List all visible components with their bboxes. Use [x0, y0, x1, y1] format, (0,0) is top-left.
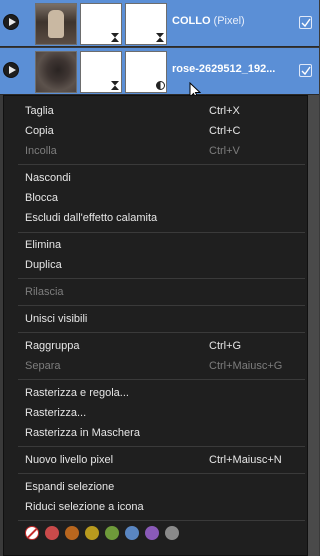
menu-item-riduci-selezione[interactable]: Riduci selezione a icona [4, 497, 307, 517]
layer-visibility-checkbox[interactable] [299, 16, 312, 29]
context-menu: Taglia Ctrl+X Copia Ctrl+C Incolla Ctrl+V N… [3, 95, 308, 556]
menu-item-label: Raggruppa [25, 340, 80, 352]
menu-item-escludi[interactable]: Escludi dall'effetto calamita [4, 208, 307, 228]
menu-item-unisci-visibili[interactable]: Unisci visibili [4, 309, 307, 329]
menu-item-rilascia: Rilascia [4, 282, 307, 302]
menu-separator [18, 164, 305, 165]
menu-item-label: Nascondi [25, 172, 71, 184]
adjustment-icon [156, 81, 165, 90]
menu-item-rasterizza-regola[interactable]: Rasterizza e regola... [4, 383, 307, 403]
menu-item-label: Riduci selezione a icona [25, 501, 144, 513]
menu-item-shortcut: Ctrl+G [209, 340, 242, 352]
menu-item-shortcut: Ctrl+Maiusc+N [209, 454, 282, 466]
menu-item-label: Escludi dall'effetto calamita [25, 212, 158, 224]
menu-separator [18, 278, 305, 279]
menu-item-label: Nuovo livello pixel [25, 454, 114, 466]
mask-thumbnail[interactable] [125, 51, 167, 93]
menu-item-label: Rasterizza in Maschera [25, 427, 140, 439]
menu-item-label: Unisci visibili [25, 313, 88, 325]
mask-thumbnail[interactable] [80, 51, 122, 93]
menu-item-shortcut: Ctrl+X [209, 105, 240, 117]
hourglass-icon [111, 81, 119, 90]
menu-item-label: Elimina [25, 239, 62, 251]
menu-item-shortcut: Ctrl+V [209, 145, 240, 157]
layer-row-rose[interactable]: rose-2629512_192... [0, 48, 319, 95]
layer-name: COLLO (Pixel) [172, 15, 292, 31]
menu-item-raggruppa[interactable]: Raggruppa Ctrl+G [4, 336, 307, 356]
hourglass-icon [156, 33, 164, 42]
tag-color-gray[interactable] [165, 526, 179, 540]
panel-edge [308, 95, 319, 556]
menu-item-label: Duplica [25, 259, 62, 271]
expand-layer-icon[interactable] [3, 62, 19, 78]
no-color-icon[interactable] [25, 526, 39, 540]
menu-item-copia[interactable]: Copia Ctrl+C [4, 121, 307, 141]
menu-separator [18, 473, 305, 474]
tag-color-green[interactable] [105, 526, 119, 540]
expand-layer-icon[interactable] [3, 14, 19, 30]
menu-separator [18, 305, 305, 306]
layer-visibility-checkbox[interactable] [299, 64, 312, 77]
tag-color-purple[interactable] [145, 526, 159, 540]
tag-color-red[interactable] [45, 526, 59, 540]
menu-item-separa: Separa Ctrl+Maiusc+G [4, 356, 307, 376]
menu-item-label: Separa [25, 360, 61, 372]
menu-item-rasterizza-maschera[interactable]: Rasterizza in Maschera [4, 423, 307, 443]
menu-item-label: Rilascia [25, 286, 64, 298]
menu-separator [18, 332, 305, 333]
layer-name: rose-2629512_192... [172, 63, 292, 79]
menu-item-label: Espandi selezione [25, 481, 115, 493]
menu-item-rasterizza[interactable]: Rasterizza... [4, 403, 307, 423]
menu-item-espandi-selezione[interactable]: Espandi selezione [4, 477, 307, 497]
menu-item-label: Rasterizza... [25, 407, 87, 419]
tag-color-blue[interactable] [125, 526, 139, 540]
layer-name-text: COLLO [172, 15, 211, 27]
tag-color-yellow[interactable] [85, 526, 99, 540]
menu-item-label: Blocca [25, 192, 59, 204]
menu-item-shortcut: Ctrl+Maiusc+G [209, 360, 283, 372]
menu-separator [18, 232, 305, 233]
mask-thumbnail[interactable] [80, 3, 122, 45]
menu-item-label: Taglia [25, 105, 54, 117]
menu-item-elimina[interactable]: Elimina [4, 235, 307, 255]
layer-thumbnail [35, 3, 77, 45]
menu-separator [18, 446, 305, 447]
menu-item-duplica[interactable]: Duplica [4, 255, 307, 275]
menu-item-nascondi[interactable]: Nascondi [4, 168, 307, 188]
menu-item-label: Rasterizza e regola... [25, 387, 129, 399]
menu-item-incolla: Incolla Ctrl+V [4, 141, 307, 161]
menu-separator [18, 379, 305, 380]
hourglass-icon [111, 33, 119, 42]
layer-row-collo[interactable]: COLLO (Pixel) [0, 0, 319, 47]
layer-type-text: (Pixel) [210, 15, 245, 27]
menu-item-label: Copia [25, 125, 54, 137]
mask-thumbnail[interactable] [125, 3, 167, 45]
menu-item-label: Incolla [25, 145, 57, 157]
layer-thumbnail [35, 51, 77, 93]
menu-item-shortcut: Ctrl+C [209, 125, 241, 137]
layer-name-text: rose-2629512_192... [172, 63, 276, 75]
menu-item-nuovo-livello-pixel[interactable]: Nuovo livello pixel Ctrl+Maiusc+N [4, 450, 307, 470]
menu-item-blocca[interactable]: Blocca [4, 188, 307, 208]
tag-color-orange[interactable] [65, 526, 79, 540]
menu-separator [18, 520, 305, 521]
menu-item-taglia[interactable]: Taglia Ctrl+X [4, 101, 307, 121]
